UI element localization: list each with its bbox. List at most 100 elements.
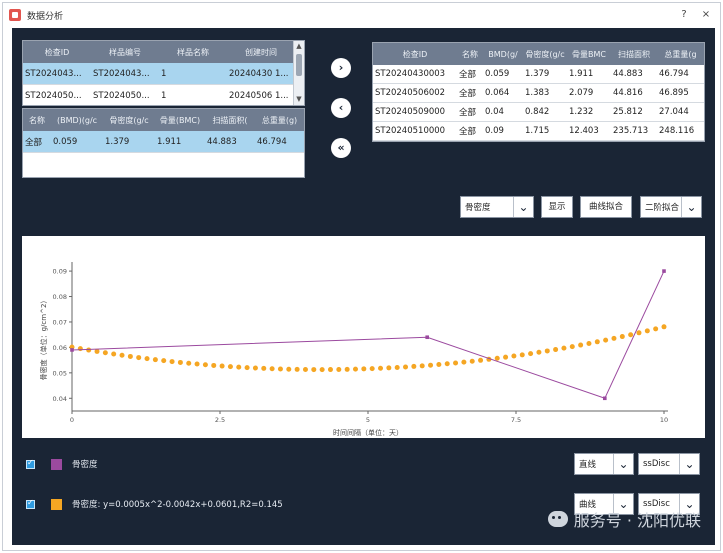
fit-curve-point <box>578 342 584 348</box>
scroll-thumb[interactable] <box>296 54 302 76</box>
move-right-button[interactable]: › <box>331 58 351 78</box>
column-header[interactable]: BMD(g/ <box>483 50 523 59</box>
curve-fit-button[interactable]: 曲线拟合 <box>580 196 632 218</box>
density-chart[interactable]: 0.04 0.05 0.06 0.07 0.08 0.09 0 2.5 5 7.5 10 时间间隔（单… <box>22 236 705 438</box>
fit-curve-point <box>77 346 83 352</box>
fit-curve-point <box>453 360 459 366</box>
fit-curve-point <box>653 326 659 332</box>
table-cell: 1.911 <box>157 136 182 147</box>
column-header[interactable]: 骨密度(g/c <box>523 49 567 60</box>
comparison-table: 检查ID 名称 BMD(g/ 骨密度(g/c 骨量BMC 扫描面积 总重量(g … <box>372 42 705 142</box>
scroll-down-icon[interactable]: ▼ <box>294 94 304 105</box>
y-tick-label: 0.08 <box>53 293 67 301</box>
fit-curve-point <box>211 362 217 368</box>
table-cell: 46.794 <box>659 69 689 79</box>
fit-curve-point <box>94 348 100 354</box>
table-cell: ST2024043... <box>25 68 82 79</box>
table-row[interactable]: ST20240506002 全部 0.064 1.383 2.079 44.81… <box>373 84 704 103</box>
fit-curve-point <box>161 358 167 364</box>
fit-curve-point <box>102 350 108 356</box>
detail-table-header: 名称 (BMD)(g/c 骨密度(g/c 骨量(BMC) 扫描面积( 总重量(g… <box>23 109 304 131</box>
column-header[interactable]: 骨密度(g/c <box>103 115 155 126</box>
table-cell: 44.883 <box>613 69 643 79</box>
fit-curve-point <box>611 335 617 341</box>
table-cell: 全部 <box>459 70 477 80</box>
column-header[interactable]: 扫描面积 <box>611 49 657 60</box>
chevron-down-icon[interactable]: ⌄ <box>513 197 533 217</box>
series-visible-checkbox[interactable] <box>26 498 35 509</box>
table-cell: 1 <box>161 90 167 101</box>
table-cell: 全部 <box>25 137 43 148</box>
fit-curve-point <box>202 362 208 368</box>
series-color-swatch[interactable] <box>51 458 62 470</box>
column-header[interactable]: 骨量BMC <box>567 49 611 60</box>
column-header[interactable]: 样品编号 <box>91 47 159 58</box>
table-cell: 1.715 <box>525 126 550 136</box>
column-header[interactable]: 检查ID <box>23 47 91 58</box>
column-header[interactable]: (BMD)(g/c <box>51 116 103 125</box>
fit-curve-point <box>144 356 150 362</box>
fit-curve-point <box>252 365 258 371</box>
show-button[interactable]: 显示 <box>541 196 573 218</box>
x-axis-label: 时间间隔（单位：天） <box>333 428 403 437</box>
table-cell: 1.379 <box>525 69 550 79</box>
fit-curve-point <box>236 364 242 370</box>
x-tick-label: 7.5 <box>511 416 521 424</box>
column-header[interactable]: 检查ID <box>373 49 457 60</box>
table-cell: 2.079 <box>569 88 594 98</box>
help-button[interactable]: ? <box>676 7 692 23</box>
series-visible-checkbox[interactable] <box>26 458 35 469</box>
close-button[interactable]: × <box>698 7 714 23</box>
window-title: 数据分析 <box>27 11 64 22</box>
measured-series-line <box>71 270 665 399</box>
main-panel: 检查ID 样品编号 样品名称 创建时间 ST2024043... ST20240… <box>12 28 715 545</box>
table-cell: ST2024050... <box>25 90 82 101</box>
table-row[interactable]: 全部 0.059 1.379 1.911 44.883 46.794 <box>23 131 304 153</box>
column-header[interactable]: 总重量(g <box>657 49 704 60</box>
table-cell: 0.059 <box>53 136 78 147</box>
chevron-down-icon[interactable]: ⌄ <box>613 454 633 474</box>
chevron-down-icon[interactable]: ⌄ <box>679 454 699 474</box>
fit-curve-point <box>561 345 567 351</box>
move-all-left-button[interactable]: « <box>331 138 351 158</box>
table-cell: 46.794 <box>257 136 287 147</box>
table-cell: ST20240510000 <box>375 126 446 136</box>
fit-curve-point <box>119 352 125 358</box>
scroll-up-icon[interactable]: ▲ <box>294 41 304 52</box>
column-header[interactable]: 总重量(g) <box>255 115 304 126</box>
column-header[interactable]: 名称 <box>457 49 483 60</box>
fit-curve-point <box>177 359 183 365</box>
y-tick-label: 0.05 <box>53 369 67 377</box>
fit-curve-point <box>369 366 375 372</box>
column-header[interactable]: 扫描面积( <box>205 115 255 126</box>
move-left-button[interactable]: ‹ <box>331 98 351 118</box>
fit-curve-point <box>594 339 600 345</box>
watermark: 服务号 · 沈阳优联 <box>547 507 701 531</box>
table-row[interactable]: ST2024050... ST2024050... 1 20240506 1..… <box>23 85 304 105</box>
fit-curve-point <box>194 361 200 367</box>
fit-order-select[interactable]: 二阶拟合 ⌄ <box>640 196 702 218</box>
table-row[interactable]: ST20240430003 全部 0.059 1.379 1.911 44.88… <box>373 65 704 84</box>
fit-curve-point <box>553 347 559 353</box>
table-row[interactable]: ST20240509000 全部 0.04 0.842 1.232 25.812… <box>373 103 704 122</box>
column-header[interactable]: 名称 <box>23 115 51 126</box>
column-header[interactable]: 骨量(BMC) <box>155 115 205 126</box>
fit-curve-point <box>436 362 442 368</box>
fit-curve-point <box>361 366 367 372</box>
series-color-swatch[interactable] <box>51 498 62 510</box>
table-row[interactable]: ST2024043... ST2024043... 1 20240430 1..… <box>23 63 304 85</box>
sample-table-scrollbar[interactable]: ▲ ▼ <box>293 41 304 105</box>
column-header[interactable]: 样品名称 <box>159 47 227 58</box>
line-style-select[interactable]: 直线 ⌄ <box>574 453 634 475</box>
chevron-down-icon[interactable]: ⌄ <box>681 197 701 217</box>
marker-style-select[interactable]: ssDisc ⌄ <box>638 453 700 475</box>
metric-select[interactable]: 骨密度 ⌄ <box>460 196 534 218</box>
fit-curve-point <box>269 366 275 372</box>
fit-curve-point <box>603 337 609 343</box>
fit-curve-point <box>569 344 575 350</box>
table-cell: 0.04 <box>485 107 504 117</box>
table-row[interactable]: ST20240510000 全部 0.09 1.715 12.403 235.7… <box>373 122 704 141</box>
table-cell: 20240430 1... <box>229 68 289 79</box>
column-header[interactable]: 创建时间 <box>227 47 295 58</box>
fit-curve-point <box>327 367 333 373</box>
